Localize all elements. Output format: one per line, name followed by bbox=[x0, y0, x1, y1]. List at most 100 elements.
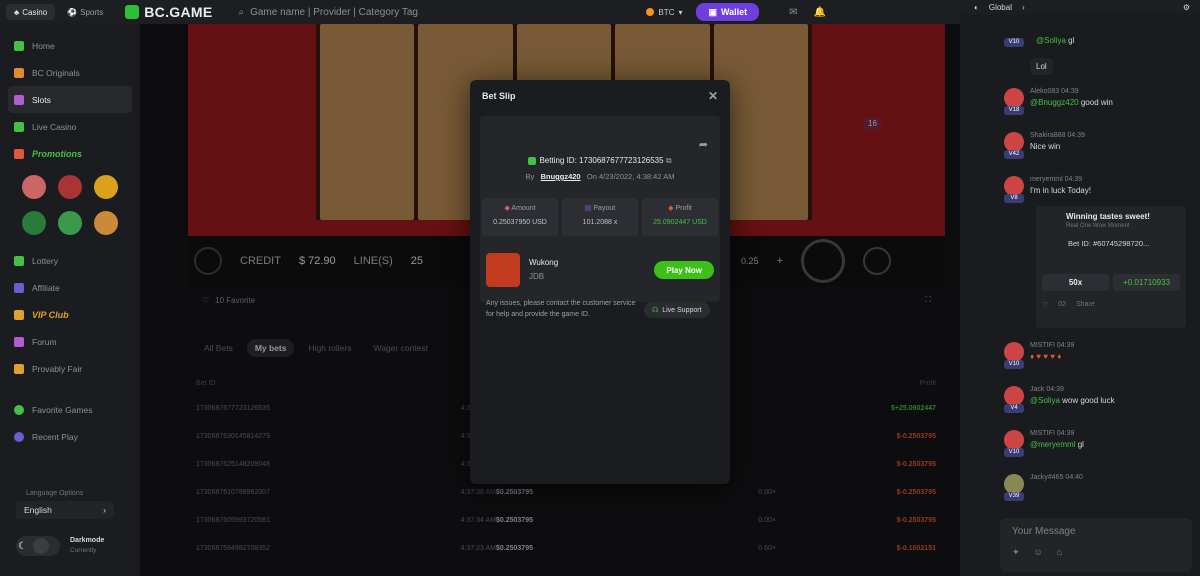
game-name[interactable]: Wukong bbox=[529, 256, 558, 270]
sports-tab[interactable]: ⚽ Sports bbox=[59, 4, 111, 20]
level-badge: V10 bbox=[1004, 360, 1024, 369]
message-time: 04:39 bbox=[1061, 88, 1079, 95]
game-potion-icon[interactable] bbox=[22, 211, 46, 235]
language-label: Language Options bbox=[26, 490, 84, 497]
username[interactable]: Jacky#465 bbox=[1030, 474, 1063, 481]
chevron-right-icon: › bbox=[103, 505, 106, 515]
avatar[interactable] bbox=[1004, 342, 1024, 362]
chat-message: @Soliya gl bbox=[1036, 36, 1074, 45]
darkmode-toggle-row: ☾ Darkmode Currently bbox=[16, 536, 104, 556]
site-logo[interactable]: BC.GAME bbox=[125, 4, 212, 20]
sidebar-item-recent[interactable]: Recent Play bbox=[0, 423, 140, 450]
username[interactable]: MISTIFI bbox=[1030, 342, 1055, 349]
currency-selector[interactable]: BTC ▾ bbox=[646, 8, 682, 17]
chat-message: Aleko083 04:39 @Bnuggz420 good win bbox=[1030, 88, 1113, 107]
share-icon[interactable]: ➦ bbox=[699, 138, 708, 151]
casino-tab[interactable]: ♣ Casino bbox=[6, 4, 56, 20]
game-star-icon[interactable] bbox=[94, 175, 118, 199]
casino-sports-switch: ♣ Casino ⚽ Sports bbox=[6, 4, 111, 20]
username[interactable]: MISTIFI bbox=[1030, 430, 1055, 437]
avatar[interactable] bbox=[1004, 88, 1024, 108]
message-text: Lol bbox=[1030, 58, 1053, 75]
gift-icon[interactable]: ✦ bbox=[1012, 547, 1020, 558]
shared-win-card[interactable]: Winning tastes sweet! Real One Wow Momen… bbox=[1036, 206, 1186, 328]
copy-icon[interactable]: ⧉ bbox=[666, 156, 672, 165]
chat-icon[interactable]: ◐ bbox=[974, 3, 979, 12]
message-time: 04:39 bbox=[1046, 386, 1064, 393]
chat-input[interactable]: Your Message ✦ ☺ ⌂ bbox=[1000, 518, 1192, 572]
tag-icon[interactable]: ⌂ bbox=[1057, 547, 1062, 558]
card-footer: ♡ 02 Share bbox=[1042, 301, 1180, 309]
card-share[interactable]: Share bbox=[1076, 301, 1095, 309]
language-select[interactable]: English › bbox=[16, 501, 114, 519]
username[interactable]: Jack bbox=[1030, 386, 1044, 393]
casino-icon: ♣ bbox=[14, 7, 20, 17]
forum-icon bbox=[14, 336, 24, 347]
play-now-button[interactable]: Play Now bbox=[654, 261, 714, 279]
wallet-label: Wallet bbox=[721, 7, 748, 17]
sidebar-item-vip[interactable]: VIP Club bbox=[0, 301, 140, 328]
card-title: Winning tastes sweet! bbox=[1066, 212, 1150, 221]
betting-id-label: Betting ID: bbox=[539, 156, 577, 165]
sidebar-item-affiliate[interactable]: Affiliate bbox=[0, 274, 140, 301]
stat-payout: ▤ Payout 101.2088 x bbox=[562, 198, 638, 236]
sidebar-item-slots[interactable]: Slots bbox=[8, 86, 132, 113]
sidebar-item-originals[interactable]: BC Originals bbox=[0, 59, 140, 86]
stat-label: Profit bbox=[675, 205, 692, 212]
game-roulette-icon[interactable] bbox=[58, 175, 82, 199]
search-input[interactable]: ⌕ Game name | Provider | Category Tag bbox=[238, 3, 638, 21]
sidebar-nav-2: Lottery Affiliate VIP Club Forum Provabl… bbox=[0, 243, 140, 382]
betting-id-value: 1730687677723126535 bbox=[579, 156, 664, 165]
like-icon[interactable]: ♡ bbox=[1042, 301, 1048, 309]
avatar[interactable] bbox=[1004, 176, 1024, 196]
mail-icon[interactable]: ✉ bbox=[789, 7, 797, 18]
game-bottle-icon[interactable] bbox=[58, 211, 82, 235]
sidebar-item-label: Forum bbox=[32, 336, 57, 347]
card-stats: 50x +0.01710933 bbox=[1042, 274, 1180, 291]
message-time: 04:39 bbox=[1056, 430, 1075, 437]
darkmode-toggle[interactable]: ☾ bbox=[16, 536, 60, 556]
profit-icon: ◆ bbox=[668, 205, 674, 212]
mention[interactable]: @Soliya bbox=[1030, 396, 1060, 405]
sidebar-item-promotions[interactable]: Promotions bbox=[0, 140, 140, 167]
sidebar: Home BC Originals Slots Live Casino Prom… bbox=[0, 24, 140, 576]
bet-user-link[interactable]: Bnuggz420 bbox=[541, 172, 581, 181]
live-support-button[interactable]: ☊ Live Support bbox=[644, 302, 710, 318]
avatar[interactable] bbox=[1004, 430, 1024, 450]
avatar[interactable] bbox=[1004, 386, 1024, 406]
sidebar-item-forum[interactable]: Forum bbox=[0, 328, 140, 355]
game-crown-icon[interactable] bbox=[94, 211, 118, 235]
game-thumbnail[interactable] bbox=[486, 253, 520, 287]
sidebar-item-lottery[interactable]: Lottery bbox=[0, 247, 140, 274]
stat-value: 25.0902447 USD bbox=[653, 219, 707, 226]
sidebar-item-live-casino[interactable]: Live Casino bbox=[0, 113, 140, 140]
mention[interactable]: @Soliya bbox=[1036, 36, 1066, 45]
bell-icon[interactable]: 🔔 bbox=[814, 7, 826, 18]
sidebar-item-label: Provably Fair bbox=[32, 363, 83, 374]
username[interactable]: Aleko083 bbox=[1030, 88, 1059, 95]
settings-icon[interactable]: ⚙ bbox=[1183, 3, 1190, 12]
betting-id-row: Betting ID: 1730687677723126535 ⧉ bbox=[480, 156, 720, 166]
mention[interactable]: @Bnuggz420 bbox=[1030, 98, 1079, 107]
username[interactable]: meryemml bbox=[1030, 176, 1063, 183]
chat-message: Jacky#465 04:40 bbox=[1030, 474, 1083, 484]
chat-message: MISTIFI 04:39 ♦ ♥ ♥ ♥ ♦ bbox=[1030, 342, 1074, 361]
sports-icon: ⚽ bbox=[67, 7, 78, 17]
card-subtitle: Real One Wow Moment bbox=[1066, 223, 1130, 229]
sidebar-item-home[interactable]: Home bbox=[0, 32, 140, 59]
message-text: ♦ ♥ ♥ ♥ ♦ bbox=[1030, 352, 1062, 361]
avatar[interactable] bbox=[1004, 474, 1024, 494]
level-badge: V18 bbox=[1004, 106, 1024, 115]
stat-value: 0.25037950 USD bbox=[493, 219, 547, 226]
game-wheel-icon[interactable] bbox=[22, 175, 46, 199]
sidebar-nav: Home BC Originals Slots Live Casino Prom… bbox=[0, 24, 140, 167]
emoji-icon[interactable]: ☺ bbox=[1034, 547, 1043, 558]
avatar[interactable] bbox=[1004, 132, 1024, 152]
wallet-button[interactable]: ▣ Wallet bbox=[696, 3, 760, 21]
username[interactable]: Shakira888 bbox=[1030, 132, 1065, 139]
close-icon[interactable]: ✕ bbox=[708, 89, 718, 103]
sidebar-item-favorites[interactable]: Favorite Games bbox=[0, 396, 140, 423]
mention[interactable]: @meryemml bbox=[1030, 440, 1075, 449]
sidebar-item-provably-fair[interactable]: Provably Fair bbox=[0, 355, 140, 382]
chat-tab-global[interactable]: Global bbox=[989, 3, 1012, 12]
